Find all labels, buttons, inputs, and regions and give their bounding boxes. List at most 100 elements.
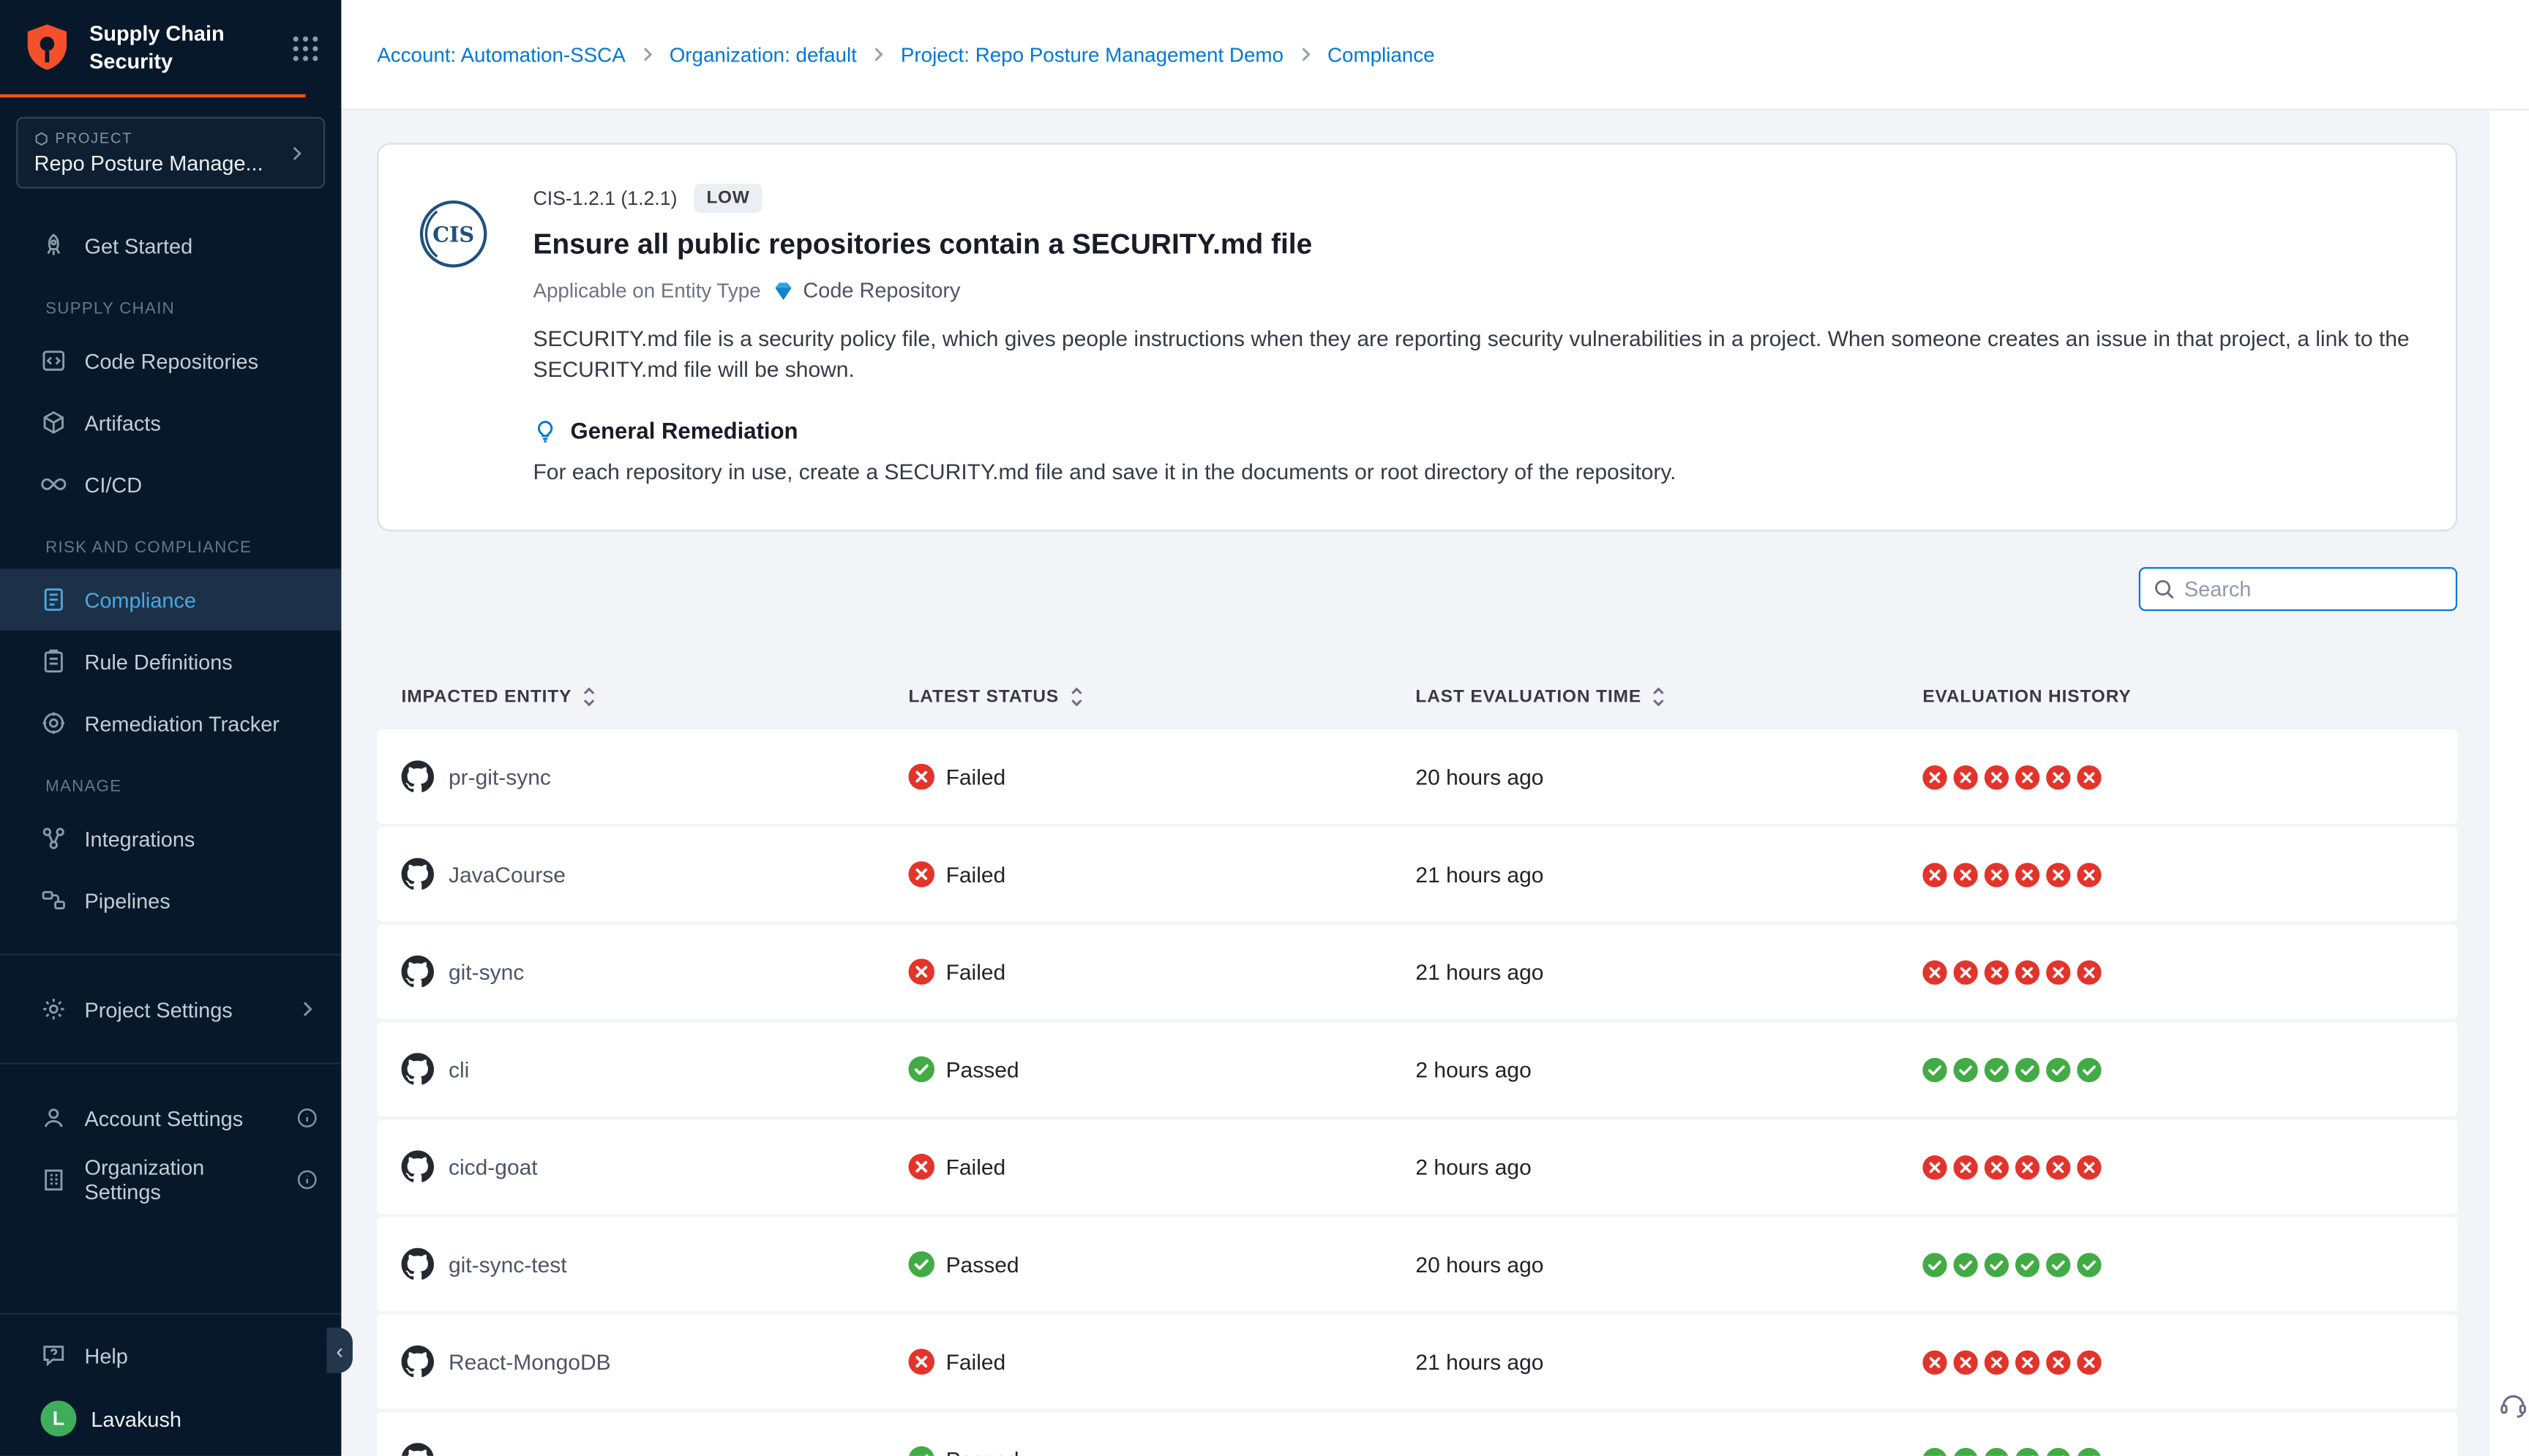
sidebar-item-cicd[interactable]: CI/CD (0, 454, 341, 515)
breadcrumb-current[interactable]: Compliance (1327, 43, 1435, 66)
entity-name-link[interactable]: git-sync (449, 960, 524, 984)
sidebar-item-remediation-tracker[interactable]: Remediation Tracker (0, 692, 341, 754)
avatar: L (41, 1400, 77, 1436)
right-gutter (2489, 110, 2528, 1456)
last-evaluation-time: 21 hours ago (1415, 960, 1922, 984)
divider (0, 1062, 341, 1064)
project-label: PROJECT (34, 130, 263, 146)
table-row[interactable]: JavaCourseFailed21 hours ago (377, 828, 2457, 922)
pass-icon (1985, 1447, 2009, 1456)
sidebar-item-label: Remediation Tracker (84, 711, 279, 735)
search-input[interactable] (2184, 577, 2443, 601)
harness-shield-logo-icon (20, 21, 75, 77)
table-row[interactable]: git-syncFailed21 hours ago (377, 925, 2457, 1019)
sort-icon[interactable] (1649, 686, 1667, 709)
fail-icon (1922, 863, 1947, 887)
entity-name-link[interactable]: pr-git-sync (449, 765, 551, 789)
sidebar-item-pipelines[interactable]: Pipelines (0, 869, 341, 931)
breadcrumb-project-link[interactable]: Project: Repo Posture Management Demo (901, 43, 1284, 66)
entity-name-link[interactable]: JavaCourse (449, 863, 566, 887)
info-icon[interactable] (296, 1168, 318, 1191)
project-cube-icon (34, 131, 49, 146)
sidebar-item-label: Account Settings (84, 1106, 243, 1130)
nodes-icon (41, 825, 67, 852)
content-panel: CIS CIS-1.2.1 (1.2.1) LOW Ensure all pub… (341, 110, 2489, 1456)
section-label-supply-chain: SUPPLY CHAIN (0, 277, 341, 330)
remediation-title: General Remediation (571, 418, 798, 444)
sidebar-item-account-settings[interactable]: Account Settings (0, 1087, 341, 1149)
table-header-row: IMPACTED ENTITY LATEST STATUS LAST EVALU… (377, 686, 2457, 709)
fail-icon (1922, 960, 1947, 984)
diamond-icon (772, 279, 795, 301)
last-evaluation-time: 2 hours ago (1415, 1155, 1922, 1179)
evaluation-history (1922, 1447, 2457, 1456)
sidebar-item-get-started[interactable]: Get Started (0, 214, 341, 276)
sidebar-item-artifacts[interactable]: Artifacts (0, 391, 341, 453)
evaluation-history (1922, 1155, 2457, 1179)
sidebar-item-project-settings[interactable]: Project Settings (0, 978, 341, 1040)
pass-icon (2077, 1253, 2101, 1277)
user-profile[interactable]: L Lavakush (0, 1386, 341, 1436)
sort-icon[interactable] (580, 686, 597, 709)
github-icon (402, 1054, 434, 1086)
support-headset-icon[interactable] (2498, 1389, 2529, 1420)
last-evaluation-time: 2 hours ago (1415, 1057, 1922, 1081)
rule-info: CIS-1.2.1 (1.2.1) LOW Ensure all public … (533, 184, 2410, 485)
sidebar-item-code-repositories[interactable]: Code Repositories (0, 330, 341, 391)
building-icon (41, 1167, 67, 1193)
evaluation-history (1922, 1253, 2457, 1277)
sidebar-item-compliance[interactable]: Compliance (0, 568, 341, 630)
fail-icon (2046, 1155, 2070, 1179)
sidebar-item-integrations[interactable]: Integrations (0, 808, 341, 869)
latest-status-cell: Passed (908, 1252, 1415, 1278)
breadcrumb-account-link[interactable]: Account: Automation-SSCA (377, 43, 625, 66)
account-icon (41, 1105, 67, 1131)
pass-icon (1954, 1057, 1978, 1081)
app-root: Supply Chain Security PROJECT Repo Postu… (0, 0, 2529, 1456)
pass-icon (2077, 1057, 2101, 1081)
sidebar-collapse-handle[interactable]: ‹ (326, 1327, 353, 1373)
fail-icon (1922, 1350, 1947, 1374)
info-icon[interactable] (296, 1106, 318, 1129)
entity-name-link[interactable]: React-MongoDB (449, 1350, 611, 1374)
entity-name-link[interactable]: cli (449, 1057, 469, 1081)
pass-icon (1954, 1447, 1978, 1456)
fail-icon (2077, 960, 2101, 984)
sidebar-item-help[interactable]: Help (0, 1324, 341, 1386)
sidebar-nav: Get Started SUPPLY CHAIN Code Repositori… (0, 189, 341, 1313)
fail-icon (908, 1155, 934, 1181)
pass-icon (1985, 1253, 2009, 1277)
table-row[interactable]: React-MongoDBFailed21 hours ago (377, 1315, 2457, 1409)
table-row[interactable]: Passed (377, 1413, 2457, 1456)
table-row[interactable]: cliPassed2 hours ago (377, 1023, 2457, 1117)
entity-type-chip[interactable]: Code Repository (772, 278, 960, 302)
pass-icon (2046, 1253, 2070, 1277)
pass-icon (1922, 1253, 1947, 1277)
entity-name-link[interactable]: git-sync-test (449, 1253, 567, 1277)
sidebar-item-organization-settings[interactable]: Organization Settings (0, 1149, 341, 1210)
column-header-latest-status: LATEST STATUS (908, 686, 1415, 709)
table-row[interactable]: pr-git-syncFailed20 hours ago (377, 730, 2457, 825)
fail-icon (2015, 1350, 2039, 1374)
project-selector[interactable]: PROJECT Repo Posture Manage... (16, 117, 325, 189)
entity-name-link[interactable]: cicd-goat (449, 1155, 538, 1179)
column-header-label: EVALUATION HISTORY (1922, 688, 2131, 708)
fail-icon (2046, 1350, 2070, 1374)
impacted-entity-cell: git-sync (402, 956, 909, 988)
breadcrumb-organization-link[interactable]: Organization: default (670, 43, 857, 66)
sidebar: Supply Chain Security PROJECT Repo Postu… (0, 0, 341, 1456)
sidebar-item-rule-definitions[interactable]: Rule Definitions (0, 631, 341, 692)
evaluation-history (1922, 1350, 2457, 1374)
fail-icon (1922, 765, 1947, 789)
status-text: Failed (946, 863, 1006, 887)
code-repository-icon (41, 348, 67, 374)
github-icon (402, 1444, 434, 1456)
column-header-evaluation-history: EVALUATION HISTORY (1922, 686, 2457, 709)
table-row[interactable]: git-sync-testPassed20 hours ago (377, 1217, 2457, 1312)
fail-icon (1985, 765, 2009, 789)
table-row[interactable]: cicd-goatFailed2 hours ago (377, 1120, 2457, 1215)
apps-grid-icon[interactable] (289, 32, 321, 64)
github-icon (402, 1248, 434, 1280)
rule-detail-card: CIS CIS-1.2.1 (1.2.1) LOW Ensure all pub… (377, 143, 2457, 531)
sort-icon[interactable] (1067, 686, 1084, 709)
